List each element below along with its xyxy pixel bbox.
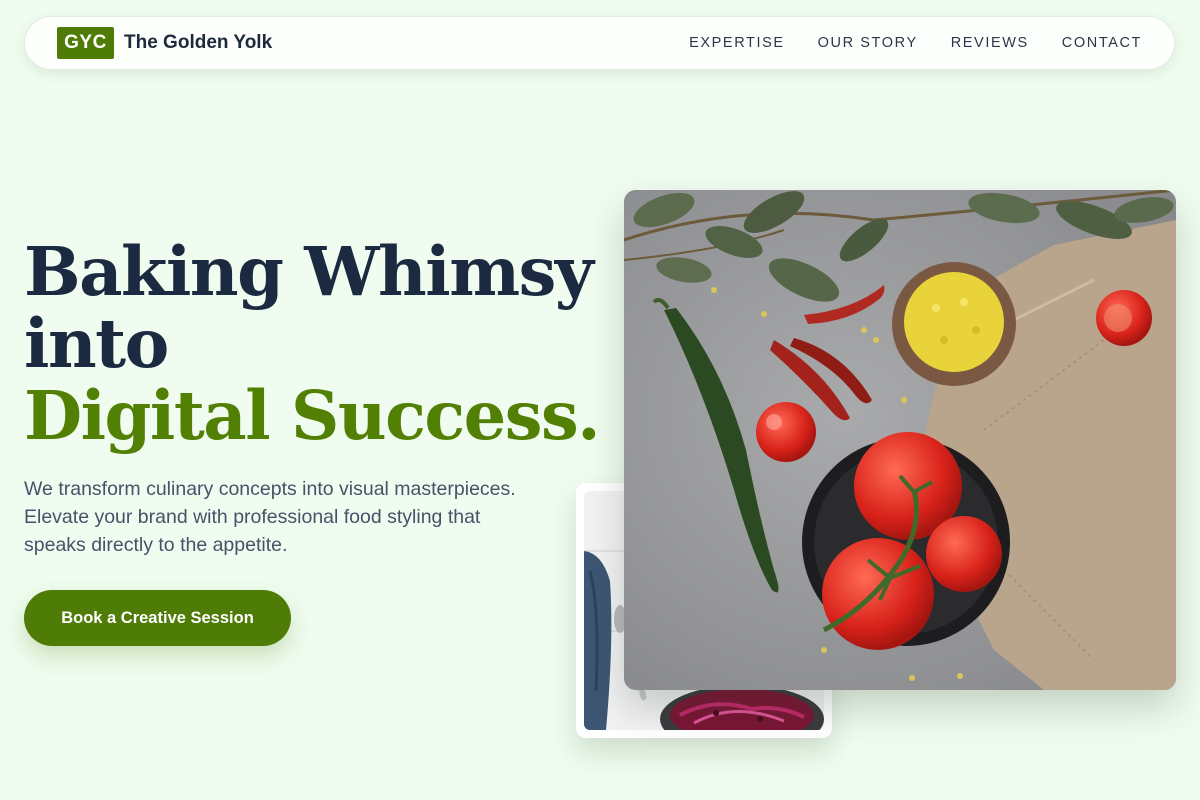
nav-link-contact[interactable]: CONTACT [1062,35,1142,51]
brand-name: The Golden Yolk [124,32,273,53]
hero-subtext: We transform culinary concepts into visu… [24,478,516,556]
brand-link[interactable]: GYC The Golden Yolk [57,27,272,59]
hero-headline: Baking Whimsy into Digital Success. [24,232,601,455]
headline-accent: Digital Success. [24,376,601,455]
headline-line-1: Baking Whimsy [24,232,594,311]
book-session-button[interactable]: Book a Creative Session [24,590,291,646]
nav-menu: EXPERTISE OUR STORY REVIEWS CONTACT [689,35,1142,51]
nav-link-our-story[interactable]: OUR STORY [818,35,918,51]
main-food-photo [624,190,1176,690]
top-navigation: GYC The Golden Yolk EXPERTISE OUR STORY … [24,16,1175,70]
nav-link-expertise[interactable]: EXPERTISE [689,35,785,51]
headline-line-2: into [24,304,169,383]
logo-badge: GYC [57,27,114,59]
nav-link-reviews[interactable]: REVIEWS [951,35,1029,51]
